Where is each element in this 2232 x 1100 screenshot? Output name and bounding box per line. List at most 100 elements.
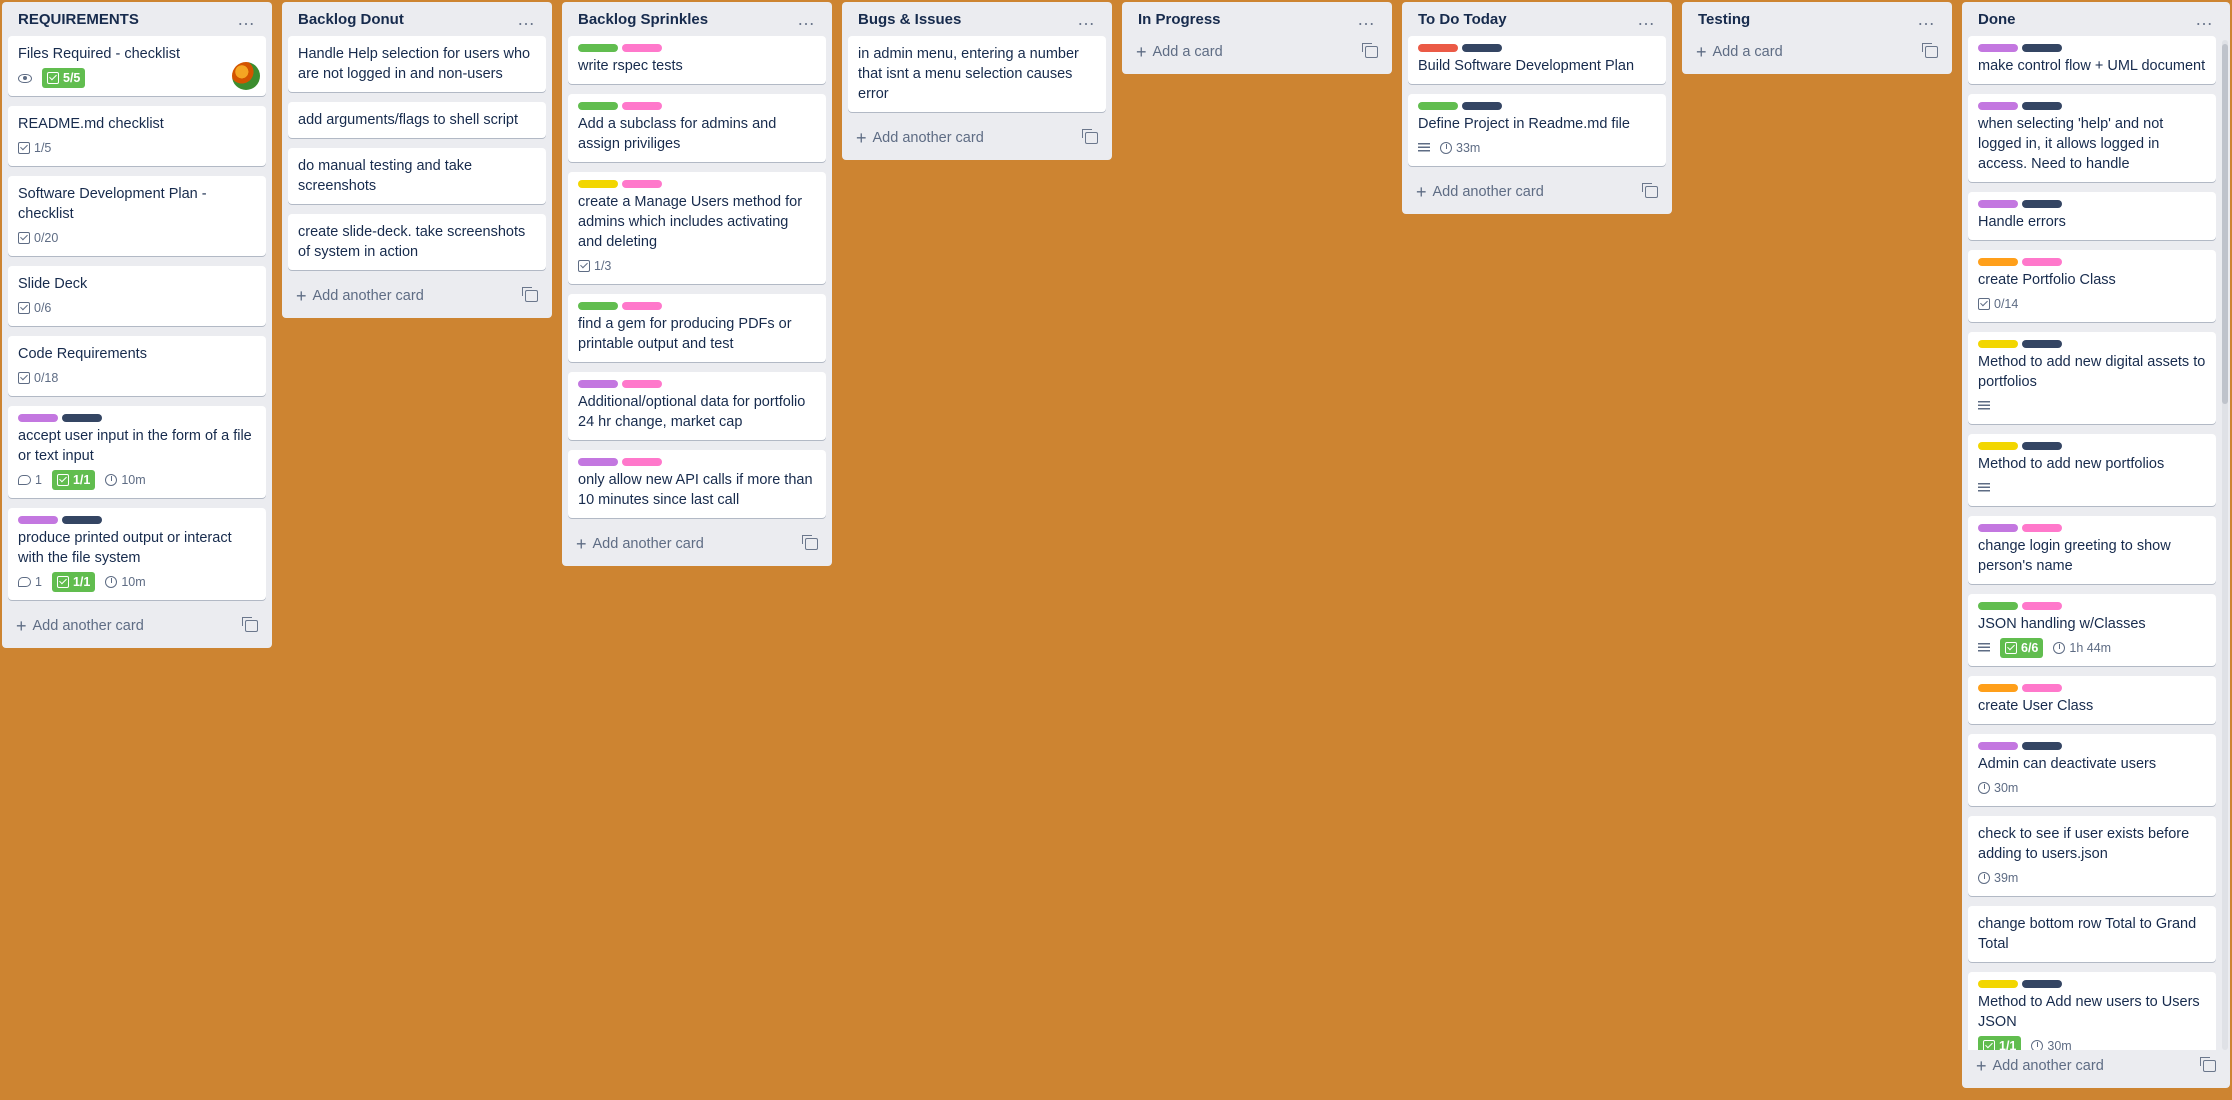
label-pink[interactable] (622, 44, 662, 52)
card[interactable]: Add a subclass for admins and assign pri… (568, 94, 826, 162)
card[interactable]: Define Project in Readme.md file 33m (1408, 94, 1666, 166)
label-black[interactable] (62, 516, 102, 524)
label-purple[interactable] (1978, 102, 2018, 110)
list-menu-icon[interactable]: … (1357, 10, 1376, 28)
list-menu-icon[interactable]: … (2195, 10, 2214, 28)
add-card-button[interactable]: + Add another card (288, 280, 546, 312)
label-yellow[interactable] (1978, 340, 2018, 348)
card[interactable]: create a Manage Users method for admins … (568, 172, 826, 284)
card[interactable]: Slide Deck 0/6 (8, 266, 266, 326)
card[interactable]: Handle errors (1968, 192, 2216, 240)
label-green[interactable] (578, 44, 618, 52)
label-purple[interactable] (1978, 742, 2018, 750)
label-black[interactable] (2022, 200, 2062, 208)
label-black[interactable] (1462, 44, 1502, 52)
label-purple[interactable] (1978, 44, 2018, 52)
add-card-button[interactable]: + Add another card (568, 528, 826, 560)
card[interactable]: in admin menu, entering a number that is… (848, 36, 1106, 112)
label-black[interactable] (62, 414, 102, 422)
label-green[interactable] (1418, 102, 1458, 110)
label-black[interactable] (2022, 442, 2062, 450)
card[interactable]: find a gem for producing PDFs or printab… (568, 294, 826, 362)
label-orange[interactable] (1978, 258, 2018, 266)
list-menu-icon[interactable]: … (237, 10, 256, 28)
card[interactable]: create User Class (1968, 676, 2216, 724)
card[interactable]: Admin can deactivate users 30m (1968, 734, 2216, 806)
label-yellow[interactable] (1978, 442, 2018, 450)
label-pink[interactable] (622, 180, 662, 188)
label-purple[interactable] (578, 458, 618, 466)
label-black[interactable] (2022, 102, 2062, 110)
label-red[interactable] (1418, 44, 1458, 52)
list-menu-icon[interactable]: … (1637, 10, 1656, 28)
add-card-button[interactable]: + Add a card (1688, 36, 1946, 68)
label-black[interactable] (2022, 742, 2062, 750)
card[interactable]: create Portfolio Class 0/14 (1968, 250, 2216, 322)
label-black[interactable] (2022, 44, 2062, 52)
card-template-icon[interactable] (522, 287, 538, 302)
card[interactable]: add arguments/flags to shell script (288, 102, 546, 138)
label-black[interactable] (2022, 980, 2062, 988)
member-avatar[interactable] (232, 62, 260, 90)
list-menu-icon[interactable]: … (1077, 10, 1096, 28)
label-pink[interactable] (2022, 684, 2062, 692)
card-template-icon[interactable] (242, 617, 258, 632)
label-purple[interactable] (1978, 200, 2018, 208)
card-template-icon[interactable] (1082, 129, 1098, 144)
label-black[interactable] (1462, 102, 1502, 110)
list-menu-icon[interactable]: … (517, 10, 536, 28)
label-pink[interactable] (2022, 602, 2062, 610)
label-orange[interactable] (1978, 684, 2018, 692)
label-pink[interactable] (622, 458, 662, 466)
label-purple[interactable] (1978, 524, 2018, 532)
card[interactable]: only allow new API calls if more than 10… (568, 450, 826, 518)
card[interactable]: produce printed output or interact with … (8, 508, 266, 600)
card[interactable]: make control flow + UML document (1968, 36, 2216, 84)
card-template-icon[interactable] (802, 535, 818, 550)
card[interactable]: write rspec tests (568, 36, 826, 84)
card-template-icon[interactable] (1362, 43, 1378, 58)
label-black[interactable] (2022, 340, 2062, 348)
label-purple[interactable] (578, 380, 618, 388)
card[interactable]: accept user input in the form of a file … (8, 406, 266, 498)
label-yellow[interactable] (1978, 980, 2018, 988)
label-purple[interactable] (18, 414, 58, 422)
add-card-button[interactable]: + Add another card (8, 610, 266, 642)
add-card-button[interactable]: + Add another card (848, 122, 1106, 154)
label-pink[interactable] (2022, 258, 2062, 266)
card[interactable]: README.md checklist 1/5 (8, 106, 266, 166)
card[interactable]: Build Software Development Plan (1408, 36, 1666, 84)
list-menu-icon[interactable]: … (1917, 10, 1936, 28)
card[interactable]: Method to add new digital assets to port… (1968, 332, 2216, 424)
card[interactable]: Handle Help selection for users who are … (288, 36, 546, 92)
card-template-icon[interactable] (1642, 183, 1658, 198)
label-pink[interactable] (622, 102, 662, 110)
label-purple[interactable] (18, 516, 58, 524)
add-card-button[interactable]: + Add another card (1408, 176, 1666, 208)
card[interactable]: create slide-deck. take screenshots of s… (288, 214, 546, 270)
label-pink[interactable] (2022, 524, 2062, 532)
card[interactable]: JSON handling w/Classes 6/6 1h 44m (1968, 594, 2216, 666)
card[interactable]: Method to add new portfolios (1968, 434, 2216, 506)
add-card-button[interactable]: + Add another card (1968, 1050, 2224, 1082)
card[interactable]: do manual testing and take screenshots (288, 148, 546, 204)
card[interactable]: Method to Add new users to Users JSON 1/1… (1968, 972, 2216, 1050)
label-yellow[interactable] (578, 180, 618, 188)
label-green[interactable] (578, 102, 618, 110)
card[interactable]: change bottom row Total to Grand Total (1968, 906, 2216, 962)
card[interactable]: change login greeting to show person's n… (1968, 516, 2216, 584)
label-green[interactable] (578, 302, 618, 310)
card[interactable]: Software Development Plan - checklist 0/2… (8, 176, 266, 256)
card[interactable]: Files Required - checklist 5/5 (8, 36, 266, 96)
card-template-icon[interactable] (2200, 1057, 2216, 1072)
card[interactable]: when selecting 'help' and not logged in,… (1968, 94, 2216, 182)
card[interactable]: Additional/optional data for portfolio 2… (568, 372, 826, 440)
label-pink[interactable] (622, 380, 662, 388)
add-card-button[interactable]: + Add a card (1128, 36, 1386, 68)
card[interactable]: check to see if user exists before addin… (1968, 816, 2216, 896)
card[interactable]: Code Requirements 0/18 (8, 336, 266, 396)
label-green[interactable] (1978, 602, 2018, 610)
list-menu-icon[interactable]: … (797, 10, 816, 28)
label-pink[interactable] (622, 302, 662, 310)
card-template-icon[interactable] (1922, 43, 1938, 58)
